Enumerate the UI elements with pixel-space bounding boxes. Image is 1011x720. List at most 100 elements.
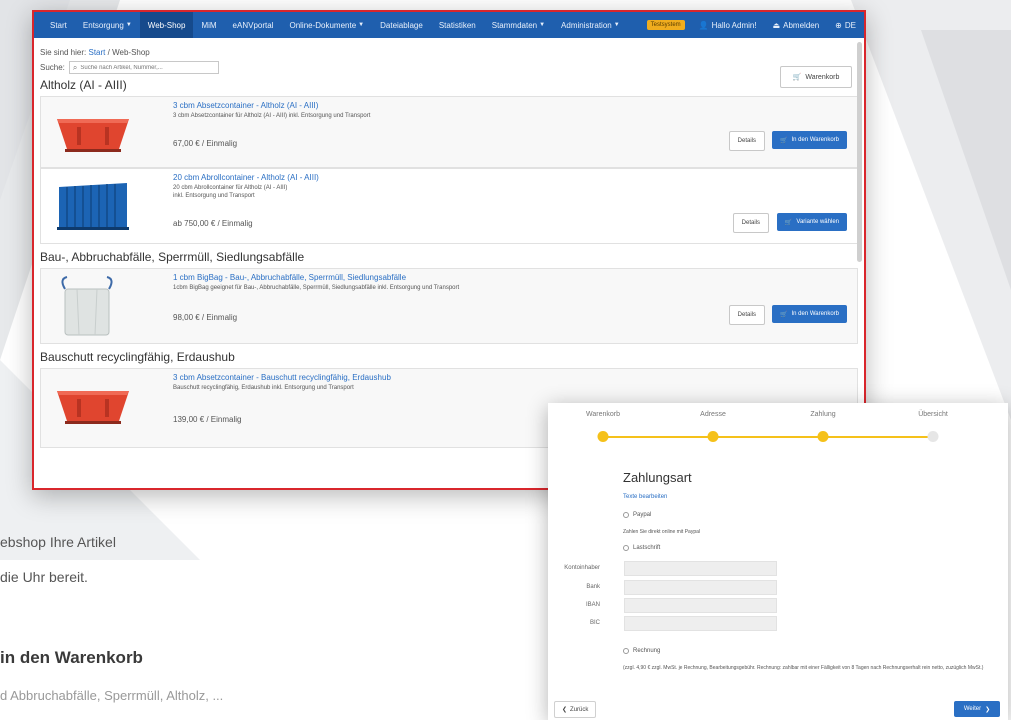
product-price: ab 750,00 € / Einmalig: [173, 219, 253, 228]
top-navigation: Start Entsorgung ▼ Web-Shop MiM eANVporta…: [34, 12, 864, 38]
step-label-warenkorb: Warenkorb: [586, 411, 620, 418]
caret-down-icon: ▼: [358, 22, 365, 28]
roll-container-image: [57, 183, 129, 230]
rechnung-hint: (zzgl. 4,90 € zzgl. MwSt. je Rechnung, B…: [623, 665, 984, 671]
product-description: 20 cbm Abrollcontainer für Altholz (AI -…: [173, 185, 288, 199]
bigbag-image: [61, 276, 113, 336]
step-dot-done[interactable]: [707, 431, 719, 442]
testsystem-badge: Testsystem: [646, 20, 685, 30]
nav-web-shop[interactable]: Web-Shop: [139, 12, 194, 38]
cart-icon: 🛒: [792, 74, 802, 81]
cart-button[interactable]: 🛒 Warenkorb: [780, 66, 852, 88]
caret-down-icon: ▼: [539, 22, 546, 28]
cart-icon: 🛒: [780, 311, 788, 318]
search-box[interactable]: ⌕: [68, 61, 219, 74]
caret-down-icon: ▼: [613, 22, 620, 28]
category-title: Bauschutt recyclingfähig, Erdaushub: [40, 350, 235, 364]
radio-circle: [623, 648, 629, 654]
step-label-adresse: Adresse: [700, 411, 726, 418]
radio-lastschrift[interactable]: Lastschrift: [623, 545, 660, 551]
edit-texts-link[interactable]: Texte bearbeiten: [623, 494, 667, 500]
nav-online-dokumente[interactable]: Online-Dokumente ▼: [281, 12, 372, 38]
step-label-uebersicht: Übersicht: [918, 411, 948, 418]
user-icon: 👤: [698, 20, 709, 30]
progress-track: [603, 436, 933, 438]
product-item: 3 cbm Absetzcontainer - Altholz (AI - AI…: [40, 96, 858, 168]
nav-entsorgung[interactable]: Entsorgung ▼: [75, 12, 140, 38]
nav-start[interactable]: Start: [42, 12, 75, 38]
step-dot-done[interactable]: [597, 431, 609, 442]
iban-field[interactable]: [624, 598, 777, 613]
nav-mim[interactable]: MiM: [193, 12, 224, 38]
nav-user[interactable]: 👤 Hallo Admin!: [691, 12, 765, 38]
next-button[interactable]: Weiter ❯: [954, 701, 1000, 717]
product-price: 67,00 € / Einmalig: [173, 139, 238, 148]
marketing-text: ebshop Ihre Artikel: [0, 534, 116, 550]
radio-rechnung[interactable]: Rechnung: [623, 648, 660, 654]
search-icon: ⌕: [72, 62, 78, 72]
checkout-progress: Warenkorb Adresse Zahlung Übersicht: [548, 403, 1008, 453]
field-label-kontoinhaber: Kontoinhaber: [564, 565, 600, 571]
search-row: Suche: ⌕: [34, 57, 864, 74]
step-dot-done[interactable]: [817, 431, 829, 442]
back-button[interactable]: ❮ Zurück: [554, 701, 597, 718]
details-button[interactable]: Details: [728, 131, 765, 151]
nav-stammdaten[interactable]: Stammdaten ▼: [484, 12, 553, 38]
step-dot-pending: [927, 431, 939, 442]
marketing-text: d Abbruchabfälle, Sperrmüll, Altholz, ..…: [0, 688, 224, 703]
category-title: Bau-, Abbruchabfälle, Sperrmüll, Siedlun…: [40, 250, 305, 264]
search-label: Suche:: [40, 63, 65, 72]
product-title-link[interactable]: 3 cbm Absetzcontainer - Altholz (AI - AI…: [173, 101, 318, 110]
skip-container-image: [57, 391, 129, 424]
chevron-left-icon: ❮: [562, 707, 568, 713]
product-item: 1 cbm BigBag - Bau-, Abbruchabfälle, Spe…: [40, 268, 858, 344]
nav-logout[interactable]: ⏏ Abmelden: [765, 12, 828, 38]
skip-container-image: [57, 119, 129, 152]
bank-field[interactable]: [624, 580, 777, 595]
globe-icon: ⊕: [835, 20, 842, 30]
scrollbar[interactable]: [857, 42, 862, 262]
nav-statistiken[interactable]: Statistiken: [431, 12, 484, 38]
kontoinhaber-field[interactable]: [624, 561, 777, 576]
breadcrumb-start-link[interactable]: Start: [88, 48, 105, 57]
breadcrumb: Sie sind hier: Start / Web-Shop: [40, 48, 150, 57]
choose-variant-button[interactable]: 🛒 Variante wählen: [776, 213, 847, 231]
product-title-link[interactable]: 3 cbm Absetzcontainer - Bauschutt recycl…: [173, 373, 391, 382]
details-button[interactable]: Details: [728, 305, 765, 325]
cart-icon: 🛒: [784, 219, 793, 226]
marketing-text: die Uhr bereit.: [0, 569, 88, 585]
product-description: 1cbm BigBag geeignet für Bau-, Abbruchab…: [173, 285, 460, 291]
chevron-right-icon: ❯: [985, 706, 991, 713]
field-label-bic: BIC: [589, 620, 600, 626]
product-description: Bauschutt recyclingfähig, Erdaushub inkl…: [173, 385, 354, 391]
radio-circle: [623, 512, 629, 518]
caret-down-icon: ▼: [125, 22, 132, 28]
add-to-cart-button[interactable]: 🛒 In den Warenkorb: [772, 305, 847, 323]
radio-paypal[interactable]: Paypal: [623, 512, 651, 518]
product-description: 3 cbm Absetzcontainer für Altholz (AI - …: [173, 113, 371, 119]
marketing-heading: in den Warenkorb: [0, 648, 143, 667]
step-label-zahlung: Zahlung: [810, 411, 836, 418]
field-label-bank: Bank: [586, 584, 600, 590]
cart-icon: 🛒: [780, 137, 788, 144]
logout-icon: ⏏: [772, 20, 781, 30]
product-item: 20 cbm Abrollcontainer - Altholz (AI - A…: [40, 168, 858, 244]
bic-field[interactable]: [624, 616, 777, 631]
search-input[interactable]: [80, 64, 201, 71]
nav-administration[interactable]: Administration ▼: [553, 12, 628, 38]
radio-circle: [623, 545, 629, 551]
field-label-iban: IBAN: [585, 602, 600, 608]
nav-dateiablage[interactable]: Dateiablage: [372, 12, 431, 38]
nav-eanvportal[interactable]: eANVportal: [225, 12, 282, 38]
product-price: 98,00 € / Einmalig: [173, 313, 238, 322]
background-shape: [921, 30, 1011, 290]
paypal-hint: Zahlen Sie direkt online mit Paypal: [623, 529, 700, 535]
category-title: Altholz (AI - AIII): [40, 78, 127, 92]
details-button[interactable]: Details: [732, 213, 769, 233]
product-title-link[interactable]: 20 cbm Abrollcontainer - Altholz (AI - A…: [173, 173, 319, 182]
nav-language[interactable]: ⊕ DE: [827, 12, 864, 38]
product-price: 139,00 € / Einmalig: [173, 415, 242, 424]
product-title-link[interactable]: 1 cbm BigBag - Bau-, Abbruchabfälle, Spe…: [173, 273, 406, 282]
checkout-panel: Warenkorb Adresse Zahlung Übersicht Zahl…: [548, 403, 1008, 720]
add-to-cart-button[interactable]: 🛒 In den Warenkorb: [772, 131, 847, 149]
